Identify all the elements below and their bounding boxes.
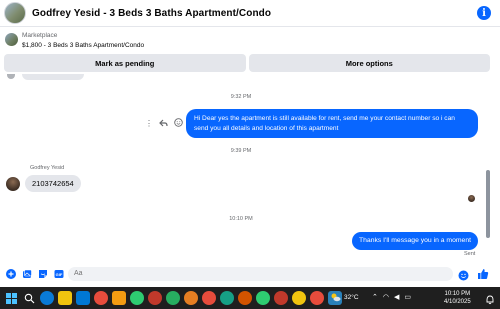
listing-kicker: Marketplace: [22, 32, 58, 39]
system-clock[interactable]: 10:10 PM 4/10/2025: [444, 290, 471, 306]
listing-thumbnail-small: [5, 33, 18, 46]
info-icon[interactable]: i: [477, 6, 491, 20]
listing-summary: $1,800 - 3 Beds 3 Baths Apartment/Condo: [22, 42, 145, 49]
windows-start-icon[interactable]: [4, 291, 18, 305]
message-actions: ⋮: [145, 118, 183, 129]
conversation-title[interactable]: Godfrey Yesid - 3 Beds 3 Baths Apartment…: [32, 8, 271, 19]
chrome-icon[interactable]: [184, 291, 198, 305]
clock-date: 4/10/2025: [444, 299, 471, 305]
volume-icon[interactable]: ◀: [394, 293, 399, 301]
listing-thumbnail[interactable]: [4, 2, 26, 24]
clock-time: 10:10 PM: [444, 291, 471, 297]
plus-icon[interactable]: [6, 269, 16, 279]
weather-widget[interactable]: 32°C: [330, 292, 359, 302]
chrome-icon[interactable]: [220, 291, 234, 305]
file-explorer-icon[interactable]: [58, 291, 72, 305]
chrome-icon[interactable]: [202, 291, 216, 305]
weather-temperature: 32°C: [344, 293, 359, 301]
incoming-message[interactable]: 2103742654: [25, 175, 81, 192]
windows-taskbar: 32°C ⌃ ◠ ◀ ▭ 10:10 PM 4/10/2025: [0, 287, 500, 309]
svg-text:GIF: GIF: [56, 272, 63, 277]
app-icon[interactable]: [94, 291, 108, 305]
chrome-icon[interactable]: [274, 291, 288, 305]
mark-as-pending-button[interactable]: Mark as pending: [4, 54, 246, 72]
outgoing-message[interactable]: Hi Dear yes the apartment is still avail…: [186, 109, 478, 138]
chrome-icon[interactable]: [292, 291, 306, 305]
chrome-icon[interactable]: [256, 291, 270, 305]
listing-actions: Mark as pending More options: [4, 54, 490, 72]
read-receipt-avatar: [468, 195, 475, 202]
timestamp: 9:39 PM: [230, 148, 252, 154]
gif-icon[interactable]: GIF: [54, 269, 64, 279]
chrome-icon[interactable]: [130, 291, 144, 305]
message-thread: 9:32 PM ⋮ Hi Dear yes the apartment is s…: [0, 74, 500, 262]
store-icon[interactable]: [76, 291, 90, 305]
scrollbar-thumb[interactable]: [486, 170, 490, 238]
chrome-icon[interactable]: [166, 291, 180, 305]
outgoing-message[interactable]: Thanks I'll message you in a moment: [352, 232, 478, 250]
chevron-up-icon[interactable]: ⌃: [372, 293, 378, 301]
reply-icon[interactable]: [159, 119, 168, 129]
avatar: [7, 74, 15, 79]
edge-icon[interactable]: [40, 291, 54, 305]
wifi-icon[interactable]: ◠: [383, 293, 389, 301]
more-options-button[interactable]: More options: [248, 54, 490, 72]
chrome-icon[interactable]: [310, 291, 324, 305]
app-icon[interactable]: [112, 291, 126, 305]
previous-message-bubble: [22, 74, 84, 80]
more-icon[interactable]: ⋮: [145, 119, 153, 128]
react-icon[interactable]: [174, 118, 183, 129]
like-icon[interactable]: [477, 267, 489, 285]
timestamp: 10:10 PM: [229, 216, 253, 222]
marketplace-listing[interactable]: Marketplace $1,800 - 3 Beds 3 Baths Apar…: [0, 28, 500, 52]
sticker-icon[interactable]: [38, 269, 48, 279]
sent-status: Sent: [464, 251, 476, 257]
timestamp: 9:32 PM: [230, 94, 252, 100]
scrollbar[interactable]: [485, 74, 491, 262]
sender-name: Godfrey Yesid: [30, 165, 65, 171]
message-input[interactable]: [68, 267, 453, 281]
message-composer: GIF: [0, 264, 500, 284]
chrome-icon[interactable]: [148, 291, 162, 305]
sender-avatar[interactable]: [6, 177, 20, 191]
photo-icon[interactable]: [22, 269, 32, 279]
system-tray: ⌃ ◠ ◀ ▭: [372, 293, 411, 301]
notification-icon[interactable]: [485, 292, 495, 305]
chrome-icon[interactable]: [238, 291, 252, 305]
conversation-header: Godfrey Yesid - 3 Beds 3 Baths Apartment…: [0, 0, 500, 27]
battery-icon[interactable]: ▭: [404, 293, 411, 301]
emoji-icon[interactable]: [458, 268, 469, 286]
search-icon[interactable]: [22, 291, 36, 305]
